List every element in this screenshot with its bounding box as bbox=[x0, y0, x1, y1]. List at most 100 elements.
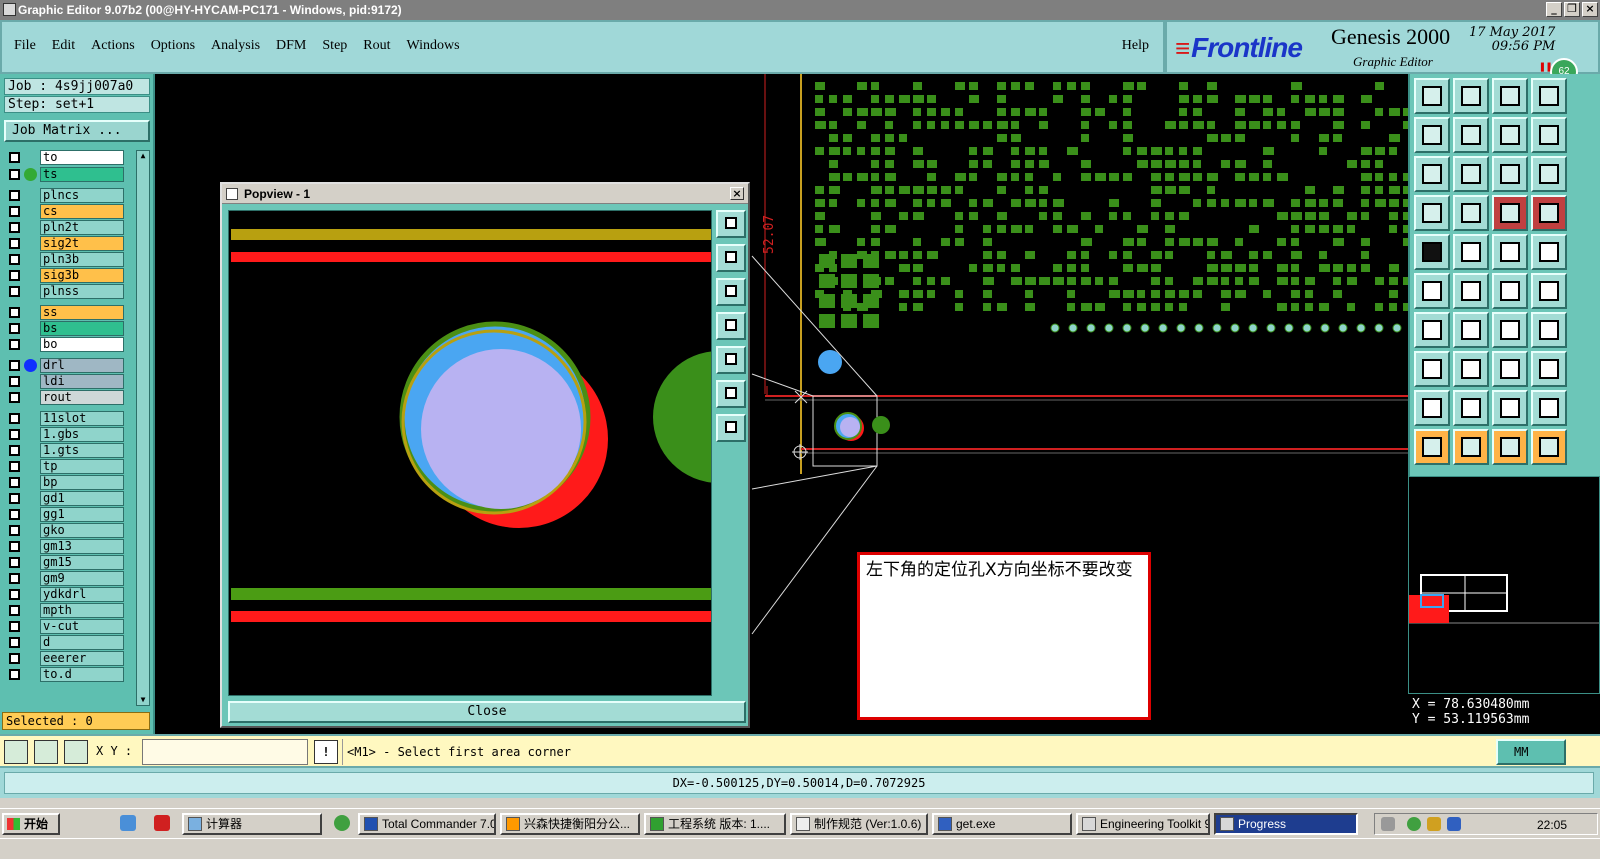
taskbar-item[interactable]: 制作规范 (Ver:1.0.6) bbox=[790, 813, 928, 835]
layer-name[interactable]: gm13 bbox=[40, 539, 124, 554]
measure-tool-icon[interactable] bbox=[1414, 195, 1450, 231]
menu-windows[interactable]: Windows bbox=[407, 38, 460, 54]
layer-row[interactable]: 1.gts bbox=[6, 443, 124, 458]
layer-row[interactable]: plnss bbox=[6, 284, 124, 299]
layer-checkbox[interactable] bbox=[9, 621, 20, 632]
step-icon[interactable] bbox=[1531, 117, 1567, 153]
pointer-icon[interactable] bbox=[1414, 429, 1450, 465]
menu-step[interactable]: Step bbox=[322, 38, 347, 54]
snap-icon[interactable] bbox=[4, 740, 28, 764]
layer-checkbox[interactable] bbox=[9, 392, 20, 403]
layer-name[interactable]: drl bbox=[40, 358, 124, 373]
triangle2-icon[interactable] bbox=[1453, 390, 1489, 426]
copy-down-icon[interactable] bbox=[1453, 78, 1489, 114]
layer-row[interactable]: to.d bbox=[6, 667, 124, 682]
layer-checkbox[interactable] bbox=[9, 557, 20, 568]
dot-icon[interactable] bbox=[1531, 234, 1567, 270]
layer-checkbox[interactable] bbox=[9, 525, 20, 536]
layer-checkbox[interactable] bbox=[9, 254, 20, 265]
taskbar-item[interactable]: 工程系统 版本: 1.... bbox=[644, 813, 786, 835]
pointer-box-icon[interactable] bbox=[1453, 429, 1489, 465]
layer-row[interactable]: bo bbox=[6, 337, 124, 352]
net-red2-icon[interactable] bbox=[1531, 195, 1567, 231]
layer-row[interactable]: bs bbox=[6, 321, 124, 336]
taskbar-item[interactable]: Engineering Toolkit 9.... bbox=[1076, 813, 1210, 835]
layer-checkbox[interactable] bbox=[9, 653, 20, 664]
popview-pan-left-icon[interactable] bbox=[716, 312, 746, 340]
xy-input[interactable] bbox=[142, 739, 308, 765]
triangle4-icon[interactable] bbox=[1531, 390, 1567, 426]
taskbar-item[interactable]: 计算器 bbox=[182, 813, 322, 835]
layer-checkbox[interactable] bbox=[9, 238, 20, 249]
swap-icon[interactable] bbox=[1492, 117, 1528, 153]
grid-icon[interactable] bbox=[64, 740, 88, 764]
layer-name[interactable]: sig3b bbox=[40, 268, 124, 283]
net-red-icon[interactable] bbox=[1492, 195, 1528, 231]
resize-icon[interactable] bbox=[1492, 351, 1528, 387]
popview-canvas[interactable] bbox=[228, 210, 712, 696]
pad-add-icon[interactable] bbox=[1414, 351, 1450, 387]
layer-checkbox[interactable] bbox=[9, 589, 20, 600]
restore-button[interactable]: ❐ bbox=[1564, 2, 1580, 17]
browser-icon[interactable] bbox=[334, 815, 350, 831]
help-icon[interactable] bbox=[1531, 156, 1567, 192]
layer-name[interactable]: rout bbox=[40, 390, 124, 405]
shift-right-icon[interactable] bbox=[1453, 117, 1489, 153]
layer-checkbox[interactable] bbox=[9, 445, 20, 456]
layer-row[interactable]: ydkdrl bbox=[6, 587, 124, 602]
layer-name[interactable]: plnss bbox=[40, 284, 124, 299]
taskbar-item[interactable]: Progress bbox=[1214, 813, 1358, 835]
scale-1-2-icon[interactable] bbox=[1492, 156, 1528, 192]
layer-row[interactable]: ss bbox=[6, 305, 124, 320]
copy-up-icon[interactable] bbox=[1414, 78, 1450, 114]
cross-icon[interactable] bbox=[1453, 273, 1489, 309]
layer-checkbox[interactable] bbox=[9, 637, 20, 648]
layer-name[interactable]: bp bbox=[40, 475, 124, 490]
connect-icon[interactable] bbox=[1414, 273, 1450, 309]
layer-row[interactable]: ts bbox=[6, 167, 124, 182]
arrow-red-icon[interactable] bbox=[1531, 273, 1567, 309]
layer-name[interactable]: mpth bbox=[40, 603, 124, 618]
layer-row[interactable]: gko bbox=[6, 523, 124, 538]
layer-name[interactable]: cs bbox=[40, 204, 124, 219]
layer-name[interactable]: gg1 bbox=[40, 507, 124, 522]
shift-left-icon[interactable] bbox=[1414, 117, 1450, 153]
layer-name[interactable]: d bbox=[40, 635, 124, 650]
layer-name[interactable]: tp bbox=[40, 459, 124, 474]
layer-name[interactable]: bo bbox=[40, 337, 124, 352]
taskbar-item[interactable]: 兴森快捷衡阳分公... bbox=[500, 813, 640, 835]
snap-red-icon[interactable] bbox=[1492, 273, 1528, 309]
layer-checkbox[interactable] bbox=[9, 307, 20, 318]
layer-checkbox[interactable] bbox=[9, 190, 20, 201]
layer-row[interactable]: plncs bbox=[6, 188, 124, 203]
layer-checkbox[interactable] bbox=[9, 152, 20, 163]
units-selector[interactable]: MM bbox=[1496, 739, 1566, 765]
layer-row[interactable]: gg1 bbox=[6, 507, 124, 522]
layer-name[interactable]: to.d bbox=[40, 667, 124, 682]
layer-row[interactable]: 1.gbs bbox=[6, 427, 124, 442]
menu-edit[interactable]: Edit bbox=[52, 38, 75, 54]
layer-name[interactable]: 1.gts bbox=[40, 443, 124, 458]
layer-scrollbar[interactable]: ▲ ▼ bbox=[136, 150, 150, 706]
close-button[interactable]: × bbox=[1582, 2, 1598, 17]
layer-name[interactable]: ss bbox=[40, 305, 124, 320]
ruler-icon[interactable] bbox=[1492, 234, 1528, 270]
layer-checkbox[interactable] bbox=[9, 169, 20, 180]
layer-row[interactable]: gd1 bbox=[6, 491, 124, 506]
job-matrix-button[interactable]: Job Matrix ... bbox=[4, 120, 150, 142]
layer-checkbox[interactable] bbox=[9, 509, 20, 520]
panel-icon[interactable] bbox=[1531, 78, 1567, 114]
popview-pan-right-icon[interactable] bbox=[716, 346, 746, 374]
angle-icon[interactable] bbox=[1414, 312, 1450, 348]
menu-analysis[interactable]: Analysis bbox=[211, 38, 260, 54]
pdf-reader-icon[interactable] bbox=[154, 815, 170, 831]
layer-row[interactable]: mpth bbox=[6, 603, 124, 618]
layer-row[interactable]: gm15 bbox=[6, 555, 124, 570]
warning-button[interactable]: ! bbox=[314, 740, 338, 764]
scroll-down-icon[interactable]: ▼ bbox=[138, 695, 148, 705]
layer-checkbox[interactable] bbox=[9, 376, 20, 387]
layer-checkbox[interactable] bbox=[9, 669, 20, 680]
layer-name[interactable]: bs bbox=[40, 321, 124, 336]
taskbar-item[interactable]: Total Commander 7.0... bbox=[358, 813, 496, 835]
menu-dfm[interactable]: DFM bbox=[276, 38, 306, 54]
